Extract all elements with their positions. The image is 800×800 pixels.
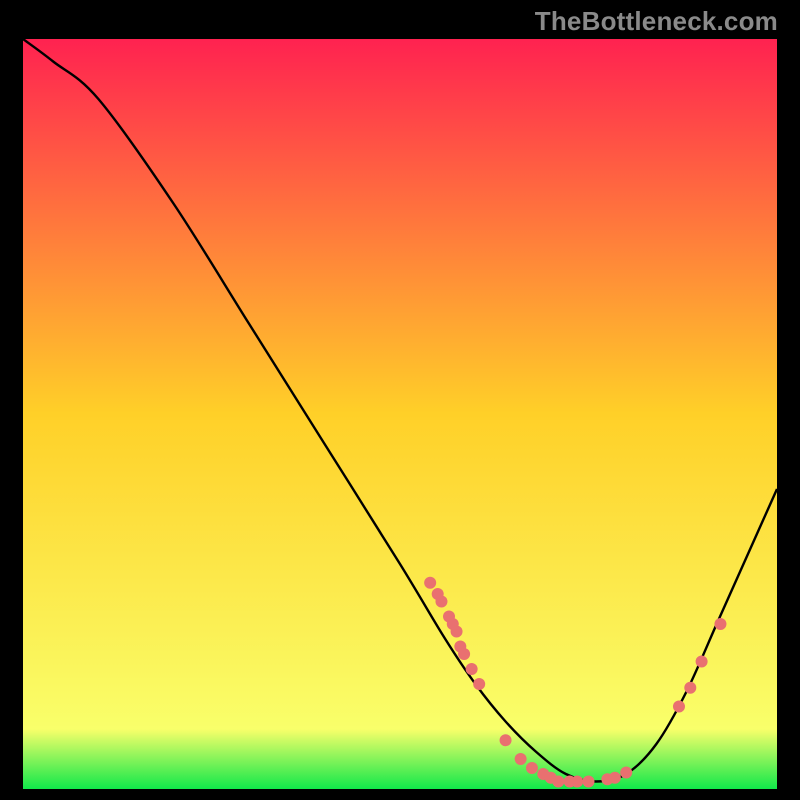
data-point	[714, 618, 726, 630]
chart-svg	[23, 39, 777, 789]
data-point	[466, 663, 478, 675]
data-point	[500, 734, 512, 746]
data-point	[609, 772, 621, 784]
data-point	[473, 678, 485, 690]
data-point	[696, 656, 708, 668]
data-point	[620, 767, 632, 779]
data-point	[424, 577, 436, 589]
data-point	[515, 753, 527, 765]
data-point	[552, 776, 564, 788]
data-point	[684, 682, 696, 694]
data-point	[583, 776, 595, 788]
chart-background	[23, 39, 777, 789]
data-point	[451, 626, 463, 638]
data-point	[435, 596, 447, 608]
watermark-text: TheBottleneck.com	[535, 6, 778, 37]
data-point	[458, 648, 470, 660]
data-point	[571, 776, 583, 788]
data-point	[673, 701, 685, 713]
chart-frame	[20, 36, 780, 792]
data-point	[526, 762, 538, 774]
chart-plot-area	[23, 39, 777, 789]
